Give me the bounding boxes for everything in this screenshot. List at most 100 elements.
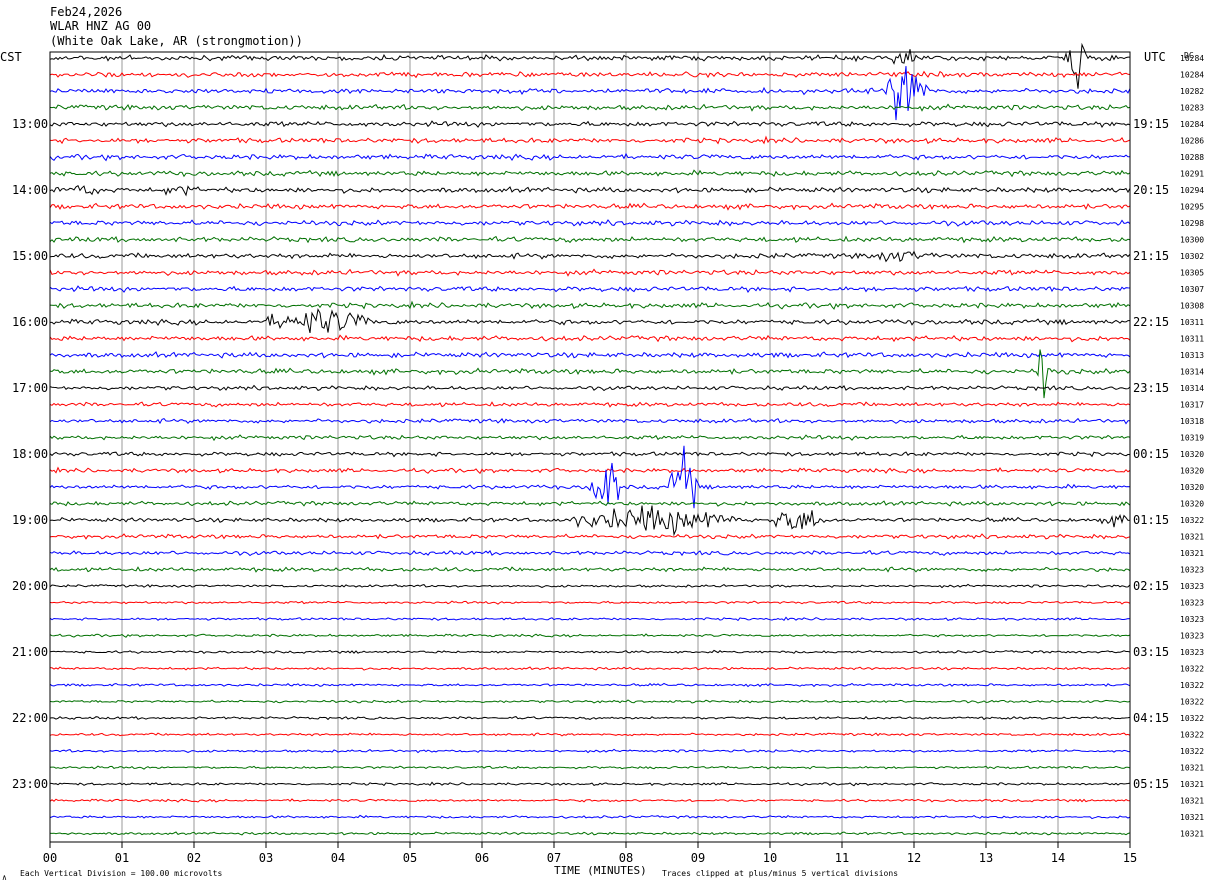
dc-offset-label: 10323 xyxy=(1180,632,1204,641)
dc-offset-label: 10311 xyxy=(1180,318,1204,327)
x-tick-label: 03 xyxy=(259,851,273,865)
trace-line xyxy=(49,781,1131,787)
x-tick-label: 04 xyxy=(331,851,345,865)
dc-offset-label: 10307 xyxy=(1180,285,1204,294)
left-hour-label: 19:00 xyxy=(12,513,48,527)
dc-offset-label: 10294 xyxy=(1180,186,1204,195)
trace-line xyxy=(49,748,1131,754)
trace-line xyxy=(49,351,1131,359)
trace-line xyxy=(49,384,1131,392)
dc-offset-label: 10321 xyxy=(1180,780,1204,789)
dc-offset-label: 10322 xyxy=(1180,714,1204,723)
trace-line xyxy=(49,184,1131,197)
dc-offset-label: 10322 xyxy=(1180,698,1204,707)
x-tick-label: 10 xyxy=(763,851,777,865)
trace-line xyxy=(49,765,1131,770)
left-hour-label: 22:00 xyxy=(12,711,48,725)
x-axis-ticks: 00 01 02 03 04 05 06 07 08 09 10 11 12 13 14 15 xyxy=(43,842,1137,865)
right-hour-label: 03:15 xyxy=(1133,645,1169,659)
left-hour-labels: 13:00 14:00 15:00 16:00 17:00 18:00 19:00 20:00… xyxy=(12,117,48,791)
left-hour-label: 13:00 xyxy=(12,117,48,131)
right-hour-label: 00:15 xyxy=(1133,447,1169,461)
x-tick-label: 01 xyxy=(115,851,129,865)
x-tick-label: 02 xyxy=(187,851,201,865)
trace-line xyxy=(49,152,1130,162)
trace-line xyxy=(49,285,1131,293)
left-hour-label: 15:00 xyxy=(12,249,48,263)
x-tick-label: 06 xyxy=(475,851,489,865)
trace-line xyxy=(49,549,1131,557)
corner-mark: ∧ xyxy=(2,873,7,882)
right-hour-label: 01:15 xyxy=(1133,513,1169,527)
header-date: Feb24,2026 xyxy=(50,5,122,19)
dc-offset-label: 10311 xyxy=(1180,335,1204,344)
trace-line xyxy=(49,566,1131,573)
trace-line xyxy=(49,219,1131,227)
dc-offset-label: 10319 xyxy=(1180,434,1204,443)
dc-offset-label: 10321 xyxy=(1180,830,1204,839)
trace-line xyxy=(49,505,1131,537)
dc-offset-label: 10321 xyxy=(1180,764,1204,773)
trace-line xyxy=(49,798,1131,803)
right-hour-labels: 19:15 20:15 21:15 22:15 23:15 00:15 01:15 02:15… xyxy=(1133,117,1169,791)
dc-offset-label: 10282 xyxy=(1180,87,1204,96)
dc-offset-label: 10284 xyxy=(1180,71,1204,80)
trace-line xyxy=(49,814,1131,820)
dc-offset-label: 10322 xyxy=(1180,681,1204,690)
dc-offset-label: 10283 xyxy=(1180,104,1204,113)
dc-offset-label: 10291 xyxy=(1180,170,1204,179)
trace-line xyxy=(49,349,1131,399)
trace-line xyxy=(49,649,1131,655)
dc-offset-label: 10308 xyxy=(1180,302,1204,311)
dc-offset-label: 10321 xyxy=(1180,533,1204,542)
right-hour-label: 22:15 xyxy=(1133,315,1169,329)
trace-line xyxy=(49,466,1131,475)
trace-line xyxy=(49,250,1131,263)
dc-offset-label: 10320 xyxy=(1180,483,1204,492)
trace-line xyxy=(49,235,1131,244)
trace-line xyxy=(49,699,1131,704)
dc-offset-label: 10314 xyxy=(1180,368,1204,377)
right-hour-label: 04:15 xyxy=(1133,711,1169,725)
dc-offset-label: 10320 xyxy=(1180,450,1204,459)
x-tick-label: 14 xyxy=(1051,851,1065,865)
x-tick-label: 11 xyxy=(835,851,849,865)
left-hour-label: 23:00 xyxy=(12,777,48,791)
trace-line xyxy=(49,583,1131,589)
x-tick-label: 13 xyxy=(979,851,993,865)
trace-line xyxy=(49,334,1131,343)
dc-offset-label: 10284 xyxy=(1180,120,1204,129)
x-tick-label: 07 xyxy=(547,851,561,865)
trace-line xyxy=(49,732,1131,737)
dc-offset-label: 10322 xyxy=(1180,747,1204,756)
dc-offset-label: 10322 xyxy=(1180,516,1204,525)
right-hour-label: 05:15 xyxy=(1133,777,1169,791)
helicorder-plot: Feb24,2026 WLAR HNZ AG 00 (White Oak Lak… xyxy=(0,5,1204,882)
x-tick-label: 15 xyxy=(1123,851,1137,865)
right-hour-label: 19:15 xyxy=(1133,117,1169,131)
trace-line xyxy=(49,434,1131,442)
plot-frame xyxy=(49,51,1131,843)
clip-note: Traces clipped at plus/minus 5 vertical … xyxy=(662,869,898,878)
trace-line xyxy=(49,616,1131,622)
trace-line xyxy=(49,633,1131,638)
trace-line xyxy=(49,600,1131,605)
trace-line xyxy=(49,120,1131,128)
trace-line xyxy=(49,682,1131,688)
dc-offset-label: 10302 xyxy=(1180,252,1204,261)
x-axis-title: TIME (MINUTES) xyxy=(554,864,647,877)
trace-line xyxy=(49,300,1131,310)
right-hour-label: 21:15 xyxy=(1133,249,1169,263)
dc-offset-label: 10318 xyxy=(1180,417,1204,426)
trace-line xyxy=(49,70,1131,79)
dc-offset-label: 10323 xyxy=(1180,599,1204,608)
scale-note: Each Vertical Division = 100.00 microvol… xyxy=(20,869,222,878)
trace-line xyxy=(49,831,1131,836)
x-tick-label: 12 xyxy=(907,851,921,865)
x-tick-label: 00 xyxy=(43,851,57,865)
trace-line xyxy=(49,202,1131,211)
trace-line xyxy=(49,42,1130,89)
right-hour-label: 23:15 xyxy=(1133,381,1169,395)
header-location: (White Oak Lake, AR (strongmotion)) xyxy=(50,34,303,48)
dc-offset-label: 10323 xyxy=(1180,566,1204,575)
